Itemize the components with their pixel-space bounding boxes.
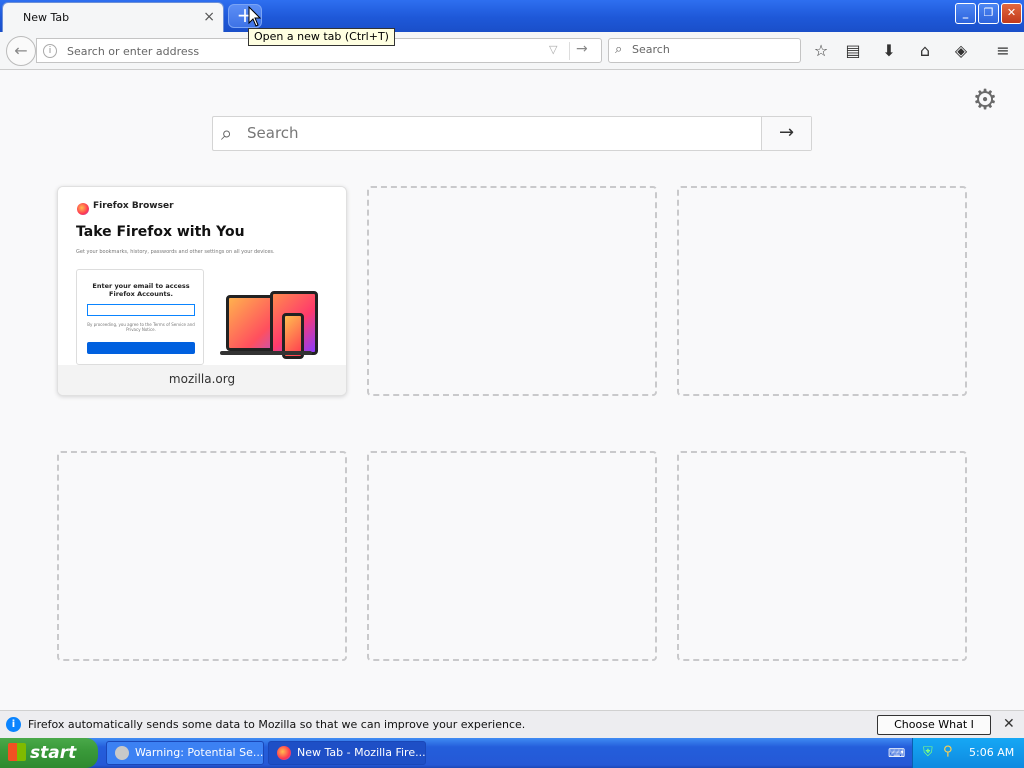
top-site-label: mozilla.org	[58, 365, 346, 395]
download-icon[interactable]: ⬇	[876, 38, 902, 64]
page-search-box[interactable]: ⌕ →	[212, 116, 812, 151]
top-site-tile[interactable]: Firefox Browser Take Firefox with You Ge…	[57, 186, 347, 396]
menu-icon[interactable]: ≡	[990, 38, 1016, 64]
search-bar[interactable]: ⌕	[608, 38, 801, 63]
taskbar: start Warning: Potential Se... New Tab -…	[0, 738, 1024, 768]
notification-bar: i Firefox automatically sends some data …	[0, 710, 1024, 749]
pocket-icon[interactable]: ◈	[948, 38, 974, 64]
search-icon: ⌕	[615, 42, 623, 57]
preview-email-field	[87, 304, 195, 316]
search-input[interactable]	[632, 43, 792, 56]
windows-logo-icon	[8, 743, 26, 761]
preview-card-title: Enter your email to access Firefox Accou…	[92, 282, 190, 298]
empty-top-site-tile	[677, 451, 967, 661]
start-label: start	[30, 743, 77, 763]
notification-close-icon[interactable]: ✕	[1003, 716, 1015, 732]
laptop-base-illustration	[220, 351, 312, 355]
page-search-input[interactable]	[247, 124, 747, 142]
mouse-cursor-icon	[248, 6, 262, 27]
info-icon[interactable]: i	[43, 44, 57, 58]
preview-fine-print: By proceeding, you agree to the Terms of…	[87, 322, 195, 332]
taskbar-item-new-tab[interactable]: New Tab - Mozilla Fire...	[268, 741, 426, 765]
empty-top-site-tile	[677, 186, 967, 396]
firefox-logo-icon	[77, 203, 89, 215]
empty-top-site-tile	[57, 451, 347, 661]
preview-heading: Take Firefox with You	[76, 224, 245, 240]
taskbar-item-label: Warning: Potential Se...	[135, 746, 264, 759]
preview-brand: Firefox Browser	[93, 201, 174, 211]
library-icon[interactable]: ▤	[840, 38, 866, 64]
url-separator	[569, 42, 570, 60]
preview-continue-button	[87, 342, 195, 354]
firefox-icon	[277, 746, 291, 760]
taskbar-item-warning[interactable]: Warning: Potential Se...	[106, 741, 264, 765]
search-tray-icon[interactable]: ⚲	[943, 744, 953, 759]
tab-new-tab[interactable]: New Tab ×	[2, 2, 224, 32]
back-button[interactable]: ←	[6, 36, 36, 66]
page-search-go-button[interactable]: →	[761, 117, 811, 150]
tab-close-icon[interactable]: ×	[203, 9, 215, 25]
tab-strip: New Tab × + _ ❐ ✕	[0, 0, 1024, 32]
choose-what-i-share-button[interactable]: Choose What I Share	[877, 715, 991, 749]
minimize-button[interactable]: _	[955, 3, 976, 24]
preview-subtext: Get your bookmarks, history, passwords a…	[76, 249, 275, 255]
taskbar-item-label: New Tab - Mozilla Fire...	[297, 746, 426, 759]
browser-icon	[115, 746, 129, 760]
restore-button[interactable]: ❐	[978, 3, 999, 24]
tab-title: New Tab	[23, 11, 70, 24]
star-icon[interactable]: ☆	[808, 38, 834, 64]
window-close-button[interactable]: ✕	[1001, 3, 1022, 24]
system-tray: ⛨ ⚲ 5:06 AM	[912, 738, 1024, 768]
start-button[interactable]: start	[0, 738, 98, 768]
clock: 5:06 AM	[969, 746, 1015, 759]
navigation-toolbar: ← i ▽ → ⌕ ☆ ▤ ⬇ ⌂ ◈ ≡	[0, 32, 1024, 70]
notification-message: Firefox automatically sends some data to…	[28, 718, 526, 731]
top-site-preview: Firefox Browser Take Firefox with You Ge…	[58, 187, 346, 365]
url-go-icon[interactable]: →	[576, 41, 588, 57]
keyboard-icon[interactable]: ⌨	[888, 746, 905, 760]
search-icon: ⌕	[221, 121, 233, 145]
url-dropdown-icon[interactable]: ▽	[549, 43, 557, 56]
empty-top-site-tile	[367, 186, 657, 396]
preview-signup-card: Enter your email to access Firefox Accou…	[76, 269, 204, 365]
gear-icon[interactable]: ⚙	[970, 86, 1000, 116]
home-icon[interactable]: ⌂	[912, 38, 938, 64]
info-icon: i	[6, 717, 21, 732]
new-tab-tooltip: Open a new tab (Ctrl+T)	[248, 28, 395, 46]
security-shield-icon[interactable]: ⛨	[923, 745, 933, 760]
empty-top-site-tile	[367, 451, 657, 661]
